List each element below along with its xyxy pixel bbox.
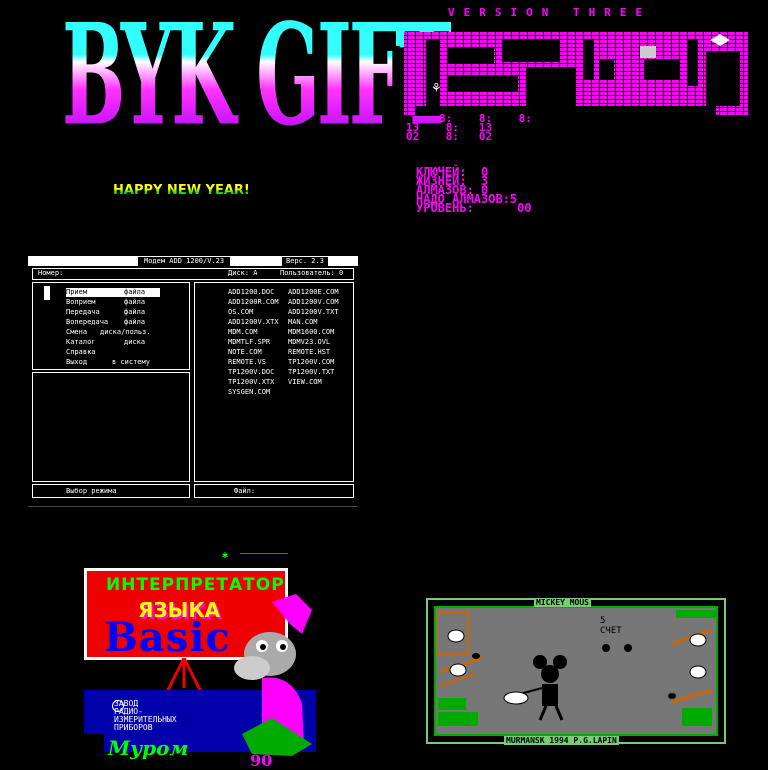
menu-item-exit[interactable]: Выход в систему — [66, 358, 150, 367]
file-entry[interactable]: OS.COM — [228, 308, 253, 317]
file-entry[interactable]: TP1200V.DOC — [228, 368, 274, 377]
bottom-line — [28, 506, 358, 507]
file-entry[interactable]: REMOTE.HST — [288, 348, 330, 357]
year-text: 90 — [250, 751, 273, 770]
menu-item-receive[interactable]: Прием файла — [66, 288, 160, 297]
player-sprite: ⚘ — [432, 80, 440, 96]
file-input-bar[interactable] — [194, 484, 354, 498]
log-frame — [32, 372, 190, 482]
file-entry[interactable]: REMOTE.VS — [228, 358, 266, 367]
user-label: Пользователь: 0 — [280, 269, 344, 277]
basic-title: Basic — [104, 614, 231, 661]
game-title: MICKEY MOUS — [534, 598, 591, 607]
file-entry[interactable]: TP1200V.TXT — [288, 368, 334, 377]
menu-item-change-disk[interactable]: Смена диска/польз. — [66, 328, 151, 337]
file-entry[interactable]: ADD1200R.COM — [228, 298, 279, 307]
file-entry[interactable]: MAN.COM — [288, 318, 318, 327]
file-entry[interactable]: SYSGEN.COM — [228, 388, 270, 397]
version-three-game-screen: VERSION THREE ⚘ 8: 8: 8: 13 8: 13 02 8: … — [384, 0, 768, 240]
byk-gift-screen: BYK GIFT HAPPY NEW YEAR! — [0, 0, 455, 240]
file-entry[interactable]: MDM1600.COM — [288, 328, 334, 337]
file-label: Файл: — [234, 487, 256, 495]
modem-terminal-screen: Модем ADD 1200/V.23 Верс. 2.3 Номер: Дис… — [28, 256, 358, 508]
version-label: Верс. 2.3 — [282, 257, 328, 266]
file-entry[interactable]: MDMV23.OVL — [288, 338, 330, 347]
hud-numbers: 8: 8: 8: 13 8: 13 02 8: 02 — [406, 112, 532, 143]
file-entry[interactable]: ADD1200.DOC — [228, 288, 274, 297]
menu-item-re-receive[interactable]: Воприем файла — [66, 298, 145, 307]
game-scene — [436, 610, 716, 726]
file-entry[interactable]: VIEW.COM — [288, 378, 322, 387]
file-entry[interactable]: ADD1200E.COM — [288, 288, 339, 297]
author-footer: MURMANSK 1994 P.G.LAPIN — [504, 736, 619, 745]
file-entry[interactable]: TP1200V.XTX — [228, 378, 274, 387]
version-title: VERSION THREE — [448, 6, 652, 19]
basic-interpreter-screen: ✱ ИНТЕРПРЕТАТОР ЯЗЫКА Basic ЗАВОД РАДИО- … — [0, 540, 384, 770]
happy-new-year-text: HAPPY NEW YEAR! — [113, 183, 250, 198]
file-entry[interactable]: NOTE.COM — [228, 348, 262, 357]
small-sprite-icon: ✱ — [222, 550, 229, 561]
file-entry[interactable]: ADD1200V.TXT — [288, 308, 339, 317]
menu-item-help[interactable]: Справка — [66, 348, 96, 357]
mickey-mouse-game-screen: MICKEY MOUS 5 СЧЕТ MURMANSK 1994 P.G.LAP… — [426, 598, 726, 746]
menu-item-re-send[interactable]: Вопередача файла — [66, 318, 145, 327]
city-name: Муром — [108, 736, 189, 760]
top-rule — [240, 553, 288, 554]
file-entry[interactable]: MDM.COM — [228, 328, 258, 337]
stats-list: КЛЮЧЕЙ: 0 ЖИЗНЕЙ: 3 АЛМАЗОВ: 0 НАДО АЛМА… — [416, 166, 532, 215]
disk-label: Диск: A — [228, 269, 258, 277]
factory-logo-icon — [112, 700, 124, 712]
mode-label: Выбор режима — [66, 487, 117, 495]
cursor-block — [44, 286, 50, 300]
interpreter-title: ИНТЕРПРЕТАТОР — [106, 575, 285, 595]
menu-item-catalog[interactable]: Каталог диска — [66, 338, 145, 347]
number-label: Номер: — [38, 269, 64, 277]
stat-level: УРОВЕНЬ: 00 — [416, 201, 532, 215]
brick-maze: ⚘ — [404, 32, 748, 116]
window-title: Модем ADD 1200/V.23 — [138, 257, 231, 266]
menu-item-send[interactable]: Передача файла — [66, 308, 145, 317]
file-entry[interactable]: ADD1200V.XTX — [228, 318, 279, 327]
file-entry[interactable]: TP1200V.COM — [288, 358, 334, 367]
donkey-mascot-icon — [234, 594, 312, 756]
file-entry[interactable]: ADD1200V.COM — [288, 298, 339, 307]
file-entry[interactable]: MDMTLF.SPR — [228, 338, 270, 347]
